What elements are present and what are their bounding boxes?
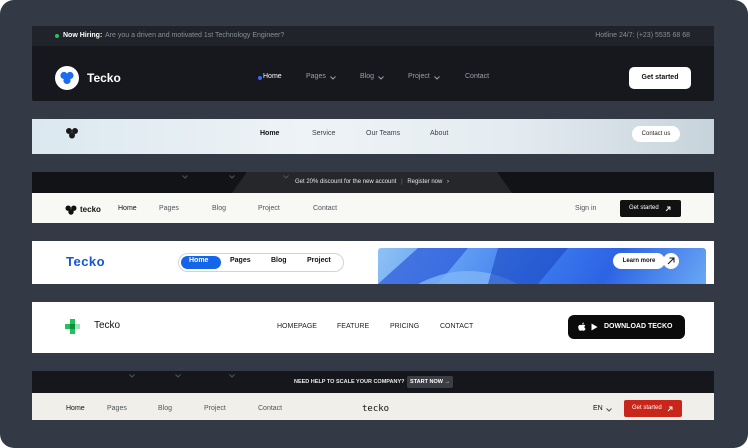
nav-blog[interactable]: Blog (158, 405, 172, 412)
chevron-down-icon (330, 76, 336, 80)
nav-home[interactable]: Home (263, 73, 282, 80)
header-dark-variant: Now Hiring: Are you a driven and motivat… (32, 26, 714, 101)
brand-name[interactable]: Tecko (94, 320, 120, 331)
nav-contact[interactable]: Contact (465, 73, 489, 80)
promo-message: Get 20% discount for the new account (295, 179, 397, 185)
arrow-button[interactable] (663, 253, 679, 269)
chevron-down-icon (175, 374, 181, 378)
arrow-right-icon: → (444, 379, 450, 385)
chevron-down-icon (129, 374, 135, 378)
brand-name[interactable]: Tecko (87, 71, 121, 85)
chevron-down-icon (283, 175, 289, 179)
download-tecko-button[interactable]: DOWNLOAD TECKO (568, 315, 685, 339)
nav-contact[interactable]: Contact (313, 205, 337, 212)
showcase-frame: Now Hiring: Are you a driven and motivat… (0, 0, 748, 448)
get-started-label: Get started (632, 405, 662, 411)
play-store-icon (591, 323, 598, 331)
promo-text: Get 20% discount for the new account | R… (295, 179, 449, 185)
get-started-label: Get started (629, 205, 659, 211)
help-text: NEED HELP TO SCALE YOUR COMPANY? (294, 379, 405, 385)
brand-name[interactable]: tecko (362, 404, 389, 414)
language-select[interactable]: EN (593, 405, 603, 412)
nav-our-teams[interactable]: Our Teams (366, 130, 400, 137)
tecko-logo-icon[interactable] (65, 127, 79, 139)
apple-icon (578, 322, 586, 331)
chevron-down-icon (229, 374, 235, 378)
chevron-right-icon: › (447, 179, 449, 185)
tecko-logo-icon[interactable] (65, 205, 77, 215)
get-started-button[interactable]: Get started (624, 400, 682, 417)
nav-pages[interactable]: Pages (306, 73, 326, 80)
nav-blog[interactable]: Blog (212, 205, 226, 212)
start-now-label: START NOW (410, 379, 443, 385)
nav-home[interactable]: Home (260, 130, 279, 137)
nav-blog[interactable]: Blog (360, 73, 374, 80)
arrow-up-right-icon (665, 206, 671, 212)
nav-project[interactable]: Project (307, 257, 331, 264)
status-dot-icon (55, 34, 59, 38)
nav-contact[interactable]: Contact (258, 405, 282, 412)
chevron-down-icon (378, 76, 384, 80)
start-now-button[interactable]: START NOW → (407, 376, 453, 388)
nav-project[interactable]: Project (204, 405, 226, 412)
contact-us-button[interactable]: Contact us (632, 126, 680, 142)
hiring-message-link[interactable]: Are you a driven and motivated 1st Techn… (105, 32, 284, 39)
learn-more-button[interactable]: Learn more (613, 253, 665, 269)
nav-pages[interactable]: Pages (159, 205, 179, 212)
brand-name[interactable]: Tecko (66, 254, 105, 269)
header-light-variant: NEED HELP TO SCALE YOUR COMPANY? START N… (32, 371, 714, 420)
nav-pricing[interactable]: PRICING (390, 323, 419, 330)
chevron-down-icon (606, 408, 612, 412)
nav-about[interactable]: About (430, 130, 448, 137)
nav-feature[interactable]: FEATURE (337, 323, 369, 330)
sign-in-link[interactable]: Sign in (575, 205, 596, 212)
active-dot-icon (258, 76, 262, 80)
header-gradient-variant: Home Service Our Teams About Contact us (32, 119, 714, 154)
chevron-down-icon (229, 175, 235, 179)
nav-homepage[interactable]: HOMEPAGE (277, 323, 317, 330)
chevron-down-icon (182, 175, 188, 179)
header-minimal-variant: Tecko HOMEPAGE FEATURE PRICING CONTACT D… (32, 302, 714, 353)
get-started-button[interactable]: Get started (629, 67, 691, 89)
register-now-link[interactable]: Register now (407, 179, 442, 185)
brand-name[interactable]: tecko (80, 205, 101, 214)
nav-blog[interactable]: Blog (271, 257, 287, 264)
tecko-logo-icon[interactable] (65, 319, 83, 335)
arrow-up-right-icon (667, 257, 675, 265)
get-started-button[interactable]: Get started (620, 200, 681, 217)
header-blue-variant: Tecko Home Pages Blog Project Learn more (32, 241, 714, 284)
hotline-text: Hotline 24/7: (+23) 5535 68 68 (595, 32, 690, 39)
nav-project[interactable]: Project (408, 73, 430, 80)
arrow-up-right-icon (667, 406, 673, 412)
nav-service[interactable]: Service (312, 130, 335, 137)
chevron-down-icon (434, 76, 440, 80)
promo-bar: Get 20% discount for the new account | R… (32, 172, 714, 193)
nav-pill: Home Pages Blog Project (178, 253, 344, 272)
hiring-topbar: Now Hiring: Are you a driven and motivat… (32, 26, 714, 46)
promo-divider: | (401, 179, 403, 185)
nav-contact[interactable]: CONTACT (440, 323, 473, 330)
tecko-logo-icon[interactable] (55, 66, 79, 90)
nav-pages[interactable]: Pages (107, 405, 127, 412)
hiring-label: Now Hiring: (63, 32, 103, 39)
nav-home[interactable]: Home (189, 257, 208, 264)
header-promo-variant: Get 20% discount for the new account | R… (32, 172, 714, 223)
nav-home[interactable]: Home (118, 205, 137, 212)
download-label: DOWNLOAD TECKO (604, 323, 673, 330)
nav-project[interactable]: Project (258, 205, 280, 212)
nav-pages[interactable]: Pages (230, 257, 251, 264)
nav-home[interactable]: Home (66, 405, 85, 412)
